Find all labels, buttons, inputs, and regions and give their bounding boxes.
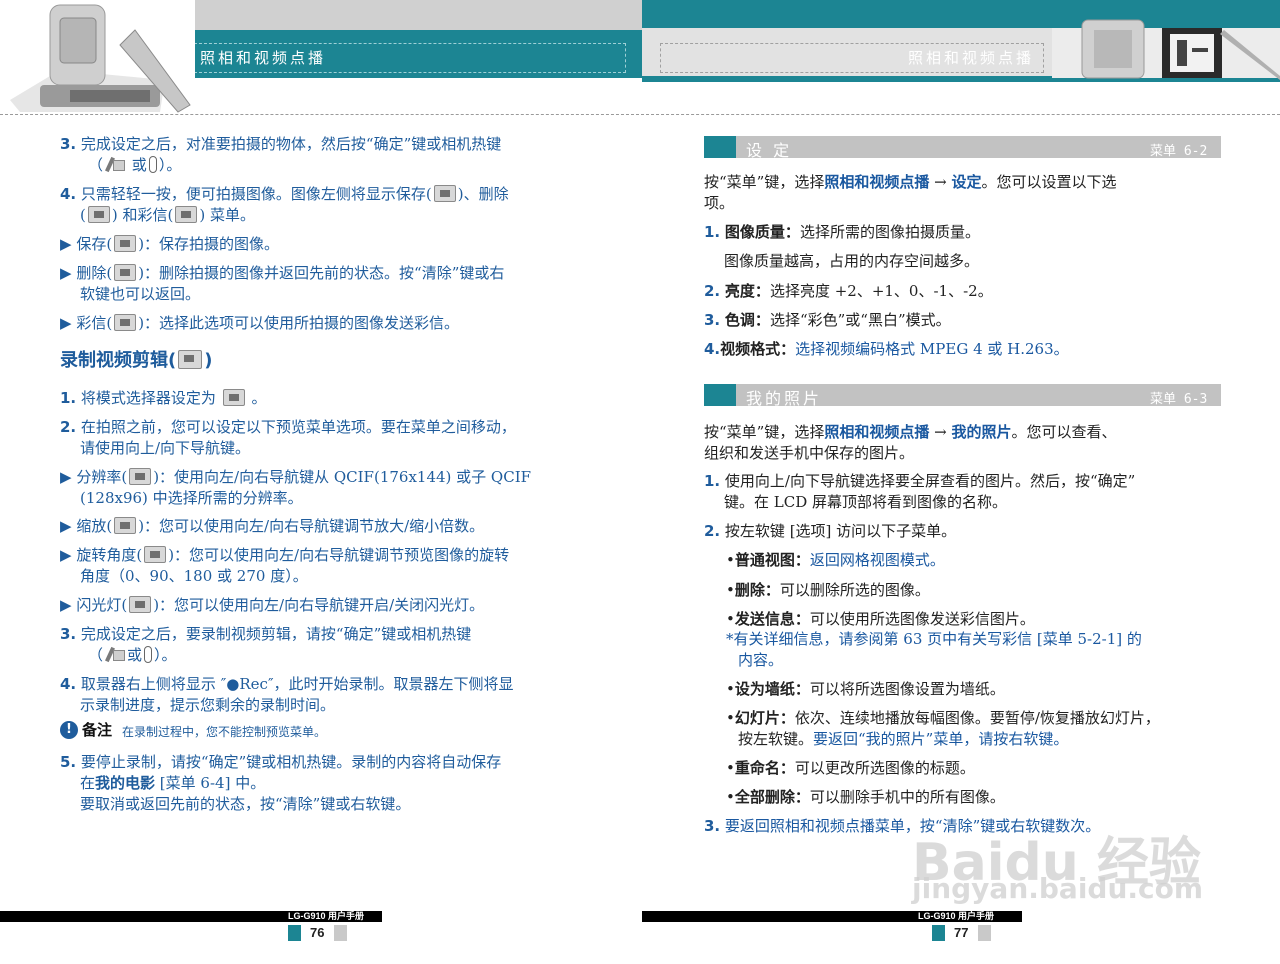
save-icon: [114, 235, 137, 252]
step-4-photo: 4. 只需轻轻一按，便可拍摄图像。图像左侧将显示保存()、删除: [60, 185, 509, 203]
zoom-item: ▶ 缩放()：您可以使用向左/向右导航键调节放大/缩小倍数。: [60, 517, 485, 535]
delete-item: ▶ 删除()：删除拍摄的图像并返回先前的状态。按“清除”键或右: [60, 264, 505, 282]
submenu-slideshow: •幻灯片：依次、连续地播放每幅图像。要暂停/恢复播放幻灯片，: [726, 709, 1160, 727]
settings-section-title: 设 定: [746, 141, 793, 160]
mms-icon: [114, 314, 137, 331]
header-title-left: 照相和视频点播: [200, 49, 327, 67]
resolution-item: ▶ 分辨率()：使用向左/向右导航键从 QCIF(176x144) 或子 QCI…: [60, 468, 532, 486]
watermark-url: jingyan.baidu.com: [912, 872, 1204, 905]
photos-step-1-line2: 键。在 LCD 屏幕顶部将看到图像的名称。: [724, 493, 1008, 511]
mms-item: ▶ 彩信()：选择此选项可以使用所拍摄的图像发送彩信。: [60, 314, 460, 332]
step-3-photo: 3. 完成设定之后，对准要拍摄的物体，然后按“确定”键或相机热键: [60, 135, 502, 153]
settings-menu-number: 菜单 6-2: [1150, 144, 1208, 159]
photos-step-2: 2. 按左软键 [选项] 访问以下子菜单。: [704, 522, 957, 540]
note-text: 在录制过程中，您不能控制预览菜单。: [122, 725, 327, 739]
video-step-5: 5. 要停止录制，请按“确定”键或相机热键。录制的内容将自动保存: [60, 753, 502, 771]
submenu-set-wallpaper: •设为墙纸：可以将所选图像设置为墙纸。: [726, 680, 1005, 698]
video-mode-icon: [222, 389, 245, 406]
rotation-icon: [144, 546, 167, 563]
video-step-1: 1. 将模式选择器设定为 。: [60, 389, 267, 407]
submenu-send-message: •发送信息：可以使用所选图像发送彩信图片。: [726, 610, 1035, 628]
save-icon: [433, 185, 456, 202]
photos-section-title: 我的照片: [746, 389, 823, 408]
settings-intro: 按“菜单”键，选择照相和视频点播 → 设定。您可以设置以下选: [704, 173, 1117, 191]
submenu-delete-all: •全部删除：可以删除手机中的所有图像。: [726, 788, 1005, 806]
note-icon: !: [60, 721, 78, 739]
camera-hotkey-icon: [148, 156, 157, 173]
flash-item: ▶ 闪光灯()：您可以使用向左/向右导航键开启/关闭闪光灯。: [60, 596, 485, 614]
flash-icon: [129, 596, 152, 613]
video-step-2: 2. 在拍照之前，您可以设定以下预览菜单选项。要在菜单之间移动，: [60, 418, 516, 436]
submenu-normal-view: •普通视图：返回网格视图模式。: [726, 551, 945, 569]
resolution-item-line2: (128x96) 中选择所需的分辨率。: [80, 489, 303, 507]
phone-illustration-right: [1052, 19, 1280, 80]
delete-icon: [87, 206, 110, 223]
photos-intro-line2: 组织和发送手机中保存的图片。: [704, 444, 915, 462]
header-grey-band-left: [186, 0, 642, 30]
ok-key-icon: [105, 645, 126, 663]
ok-key-icon: [105, 155, 126, 173]
step-4-photo-line2: () 和彩信() 菜单。: [80, 206, 255, 224]
mms-icon: [175, 206, 198, 223]
rotation-item: ▶ 旋转角度()：您可以使用向左/向右导航键调节预览图像的旋转: [60, 546, 510, 564]
video-step-3: 3. 完成设定之后，要录制视频剪辑，请按“确定”键或相机热键: [60, 625, 472, 643]
header-dashed-rule: [0, 114, 1280, 115]
video-step-3-line2: （或）。: [88, 645, 177, 664]
setting-image-quality: 1. 图像质量：选择所需的图像拍摄质量。: [704, 223, 980, 241]
resolution-icon: [129, 468, 152, 485]
submenu-delete: •删除：可以删除所选的图像。: [726, 581, 930, 599]
footer-page-block-right: [978, 925, 991, 941]
footer-page-number-right: 77: [954, 925, 969, 940]
delete-item-line2: 软键也可以返回。: [80, 285, 201, 303]
video-mode-icon: [178, 350, 203, 369]
photos-menu-number: 菜单 6-3: [1150, 392, 1208, 407]
video-step-2-line2: 请使用向上/向下导航键。: [80, 439, 251, 457]
video-step-5-line3: 要取消或返回先前的状态，按“清除”键或右软键。: [80, 795, 411, 813]
video-step-4-line2: 示录制进度，提示您剩余的录制时间。: [80, 696, 336, 714]
footer-page-marker-right: [932, 925, 945, 941]
save-item: ▶ 保存()：保存拍摄的图像。: [60, 235, 280, 253]
video-step-4: 4. 取景器右上侧将显示 ″●Rec″，此时开始录制。取景器左下侧将显: [60, 675, 514, 693]
header-title-right: 照相和视频点播: [908, 49, 1035, 67]
submenu-rename: •重命名：可以更改所选图像的标题。: [726, 759, 975, 777]
footer-label-left: LG-G910 用户手册: [288, 911, 365, 921]
settings-section-block: [704, 136, 736, 158]
footer-page-number-left: 76: [310, 925, 325, 940]
photos-intro: 按“菜单”键，选择照相和视频点播 → 我的照片。您可以查看、: [704, 423, 1117, 441]
rotation-item-line2: 角度（0、90、180 或 270 度）。: [80, 567, 308, 585]
submenu-send-note-line2: 内容。: [738, 651, 784, 669]
phone-illustration-left: [0, 0, 195, 115]
zoom-icon: [114, 517, 137, 534]
video-section-heading: 录制视频剪辑(): [60, 350, 213, 371]
setting-image-quality-line2: 图像质量越高，占用的内存空间越多。: [724, 252, 980, 270]
photos-step-1: 1. 使用向上/向下导航键选择要全屏查看的图片。然后，按“确定”: [704, 472, 1136, 490]
settings-intro-line2: 项。: [704, 194, 735, 212]
submenu-slideshow-line2: 按左软键。要返回“我的照片”菜单，请按右软键。: [738, 730, 1069, 748]
footer-page-marker-left: [288, 925, 301, 941]
delete-icon: [114, 264, 137, 281]
note-label: 备注: [82, 721, 113, 739]
setting-color-tone: 3. 色调：选择“彩色”或“黑白”模式。: [704, 311, 951, 329]
setting-brightness: 2. 亮度：选择亮度 +2、+1、0、-1、-2。: [704, 282, 993, 300]
video-step-5-line2: 在我的电影 [菜单 6-4] 中。: [80, 774, 266, 792]
photos-section-block: [704, 384, 736, 406]
submenu-send-note: *有关详细信息，请参阅第 63 页中有关写彩信 [菜单 5-2-1] 的: [726, 630, 1142, 648]
setting-video-format: 4.视频格式：选择视频编码格式 MPEG 4 或 H.263。: [704, 340, 1069, 358]
footer-page-block-left: [334, 925, 347, 941]
footer-label-right: LG-G910 用户手册: [918, 911, 995, 921]
camera-hotkey-icon: [144, 646, 153, 663]
step-3-photo-line2: （ 或）。: [88, 155, 182, 174]
